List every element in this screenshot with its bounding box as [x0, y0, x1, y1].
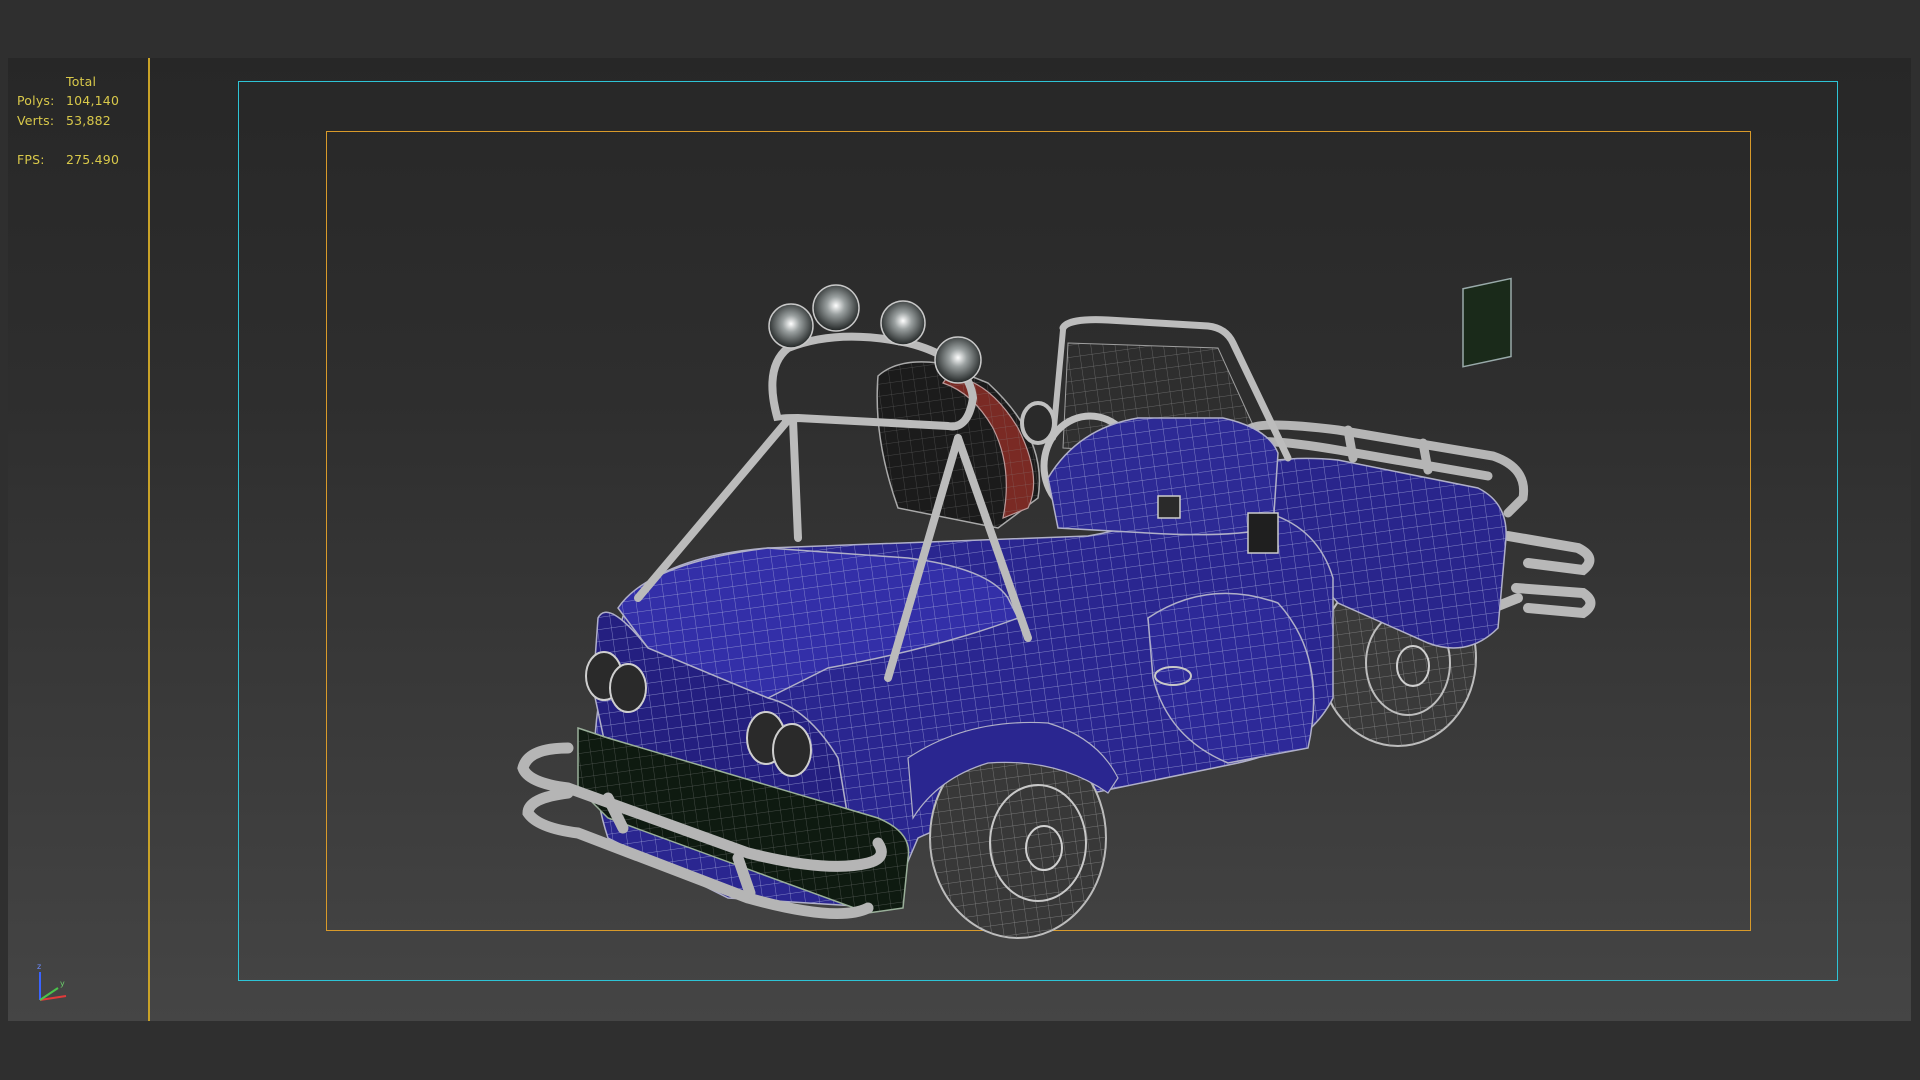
top-bar	[0, 0, 1920, 58]
bottom-bar	[0, 1021, 1920, 1080]
left-edge	[0, 58, 8, 1021]
viewport-perspective[interactable]: Total Polys: 104,140 Verts: 53,882 FPS: …	[8, 58, 1911, 1021]
gizmo-z-label: z	[37, 962, 41, 971]
axis-gizmo: z y	[37, 962, 67, 1001]
rear-lamp-block	[1462, 277, 1512, 368]
gizmo-y-label: y	[60, 979, 65, 988]
car-wireframe-model[interactable]	[8, 58, 1911, 1021]
right-bar	[1911, 58, 1920, 1021]
